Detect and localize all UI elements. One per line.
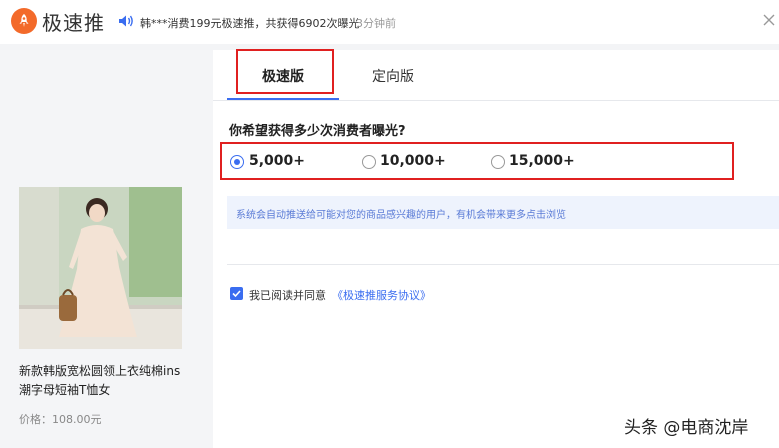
option-5000-label[interactable]: 5,000+ xyxy=(249,153,305,169)
agree-text: 我已阅读并同意 xyxy=(249,289,326,302)
notice-text: 韩***消费199元极速推，共获得6902次曝光 xyxy=(140,17,360,30)
check-icon xyxy=(232,290,241,298)
product-price: 价格：108.00元 xyxy=(19,413,102,426)
promotion-panel xyxy=(213,50,779,448)
close-icon[interactable] xyxy=(762,13,776,27)
notice-time: 3分钟前 xyxy=(356,17,396,30)
radio-5000[interactable] xyxy=(230,155,244,169)
agree-checkbox[interactable] xyxy=(230,287,243,300)
tab-express[interactable]: 极速版 xyxy=(262,66,304,86)
section-divider xyxy=(227,264,779,265)
product-title: 新款韩版宽松圆领上衣纯棉ins潮字母短袖T恤女 xyxy=(19,364,181,397)
radio-15000[interactable] xyxy=(491,155,505,169)
top-bar: 极速推 韩***消费199元极速推，共获得6902次曝光 3分钟前 xyxy=(0,0,779,44)
rocket-logo-icon xyxy=(11,8,37,34)
watermark: 头条 @电商沈岸 xyxy=(624,418,749,438)
brand-name: 极速推 xyxy=(42,11,105,35)
exposure-question: 你希望获得多少次消费者曝光? xyxy=(229,124,406,139)
option-15000-label[interactable]: 15,000+ xyxy=(509,153,575,169)
option-10000-label[interactable]: 10,000+ xyxy=(380,153,446,169)
tabs-divider xyxy=(213,100,779,101)
agreement-link[interactable]: 《极速推服务协议》 xyxy=(332,287,431,303)
info-text: 系统会自动推送给可能对您的商品感兴趣的用户，有机会带来更多点击浏览 xyxy=(236,210,566,221)
speaker-icon xyxy=(119,15,133,27)
radio-10000[interactable] xyxy=(362,155,376,169)
product-image xyxy=(19,187,182,349)
tab-targeted[interactable]: 定向版 xyxy=(372,66,414,86)
